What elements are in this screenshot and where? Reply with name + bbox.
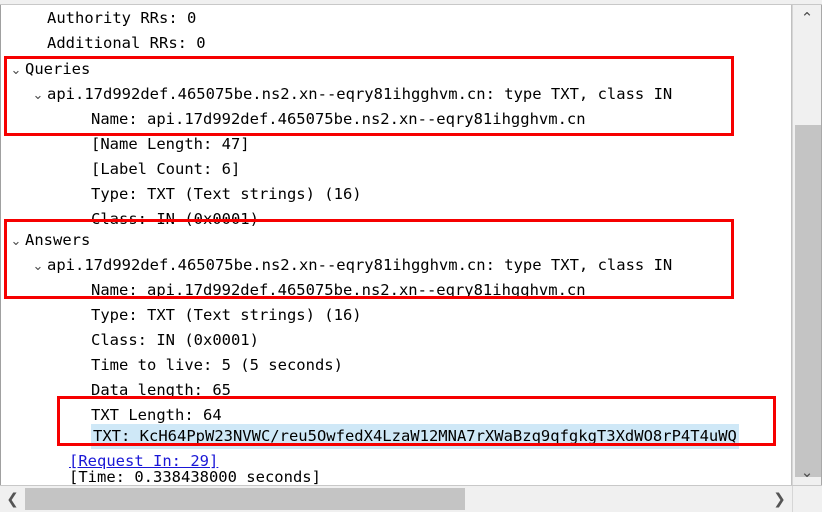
tree-row-label: api.17d992def.465075be.ns2.xn--eqry81ihg…	[47, 256, 673, 274]
tree-row-answer-class[interactable]: Class: IN (0x0001)	[73, 328, 259, 353]
packet-details-tree[interactable]: Authority RRs: 0 Additional RRs: 0 ⌄ Querie…	[0, 5, 792, 485]
tree-row-label: [Label Count: 6]	[91, 160, 241, 178]
tree-row-label: Data length: 65	[91, 381, 231, 399]
tree-row-label: Type: TXT (Text strings) (16)	[91, 185, 362, 203]
tree-row-answer-data-length[interactable]: Data length: 65	[73, 378, 231, 403]
chevron-down-icon[interactable]: ⌄	[29, 83, 47, 108]
tree-row-answers[interactable]: ⌄ Answers	[7, 228, 91, 254]
tree-row-txt-value[interactable]: TXT: KcH64PpW23NVWC/reu5OwfedX4LzaW12MNA…	[73, 424, 739, 449]
tree-row-query-label-count[interactable]: [Label Count: 6]	[73, 157, 240, 182]
tree-row-label: [Time: 0.338438000 seconds]	[69, 468, 321, 485]
tree-row-label: TXT Length: 64	[91, 406, 222, 424]
horizontal-scrollbar[interactable]: ❮ ❯	[0, 485, 822, 512]
tree-row-label: Time to live: 5 (5 seconds)	[91, 356, 343, 374]
tree-row-answer-name[interactable]: Name: api.17d992def.465075be.ns2.xn--eqr…	[73, 278, 586, 303]
tree-row-answer-record[interactable]: ⌄ api.17d992def.465075be.ns2.xn--eqry81ih…	[29, 253, 673, 279]
scroll-left-arrow-icon[interactable]: ❮	[0, 486, 25, 512]
scrollbar-corner	[792, 486, 822, 512]
tree-row-label: Queries	[25, 60, 91, 78]
scroll-right-arrow-icon[interactable]: ❯	[767, 486, 792, 512]
tree-row-additional-rrs[interactable]: Additional RRs: 0	[29, 31, 206, 56]
tree-row-query-record[interactable]: ⌄ api.17d992def.465075be.ns2.xn--eqry81ih…	[29, 82, 673, 108]
wireshark-packet-detail-screenshot: Authority RRs: 0 Additional RRs: 0 ⌄ Querie…	[0, 0, 822, 512]
chevron-down-icon[interactable]: ⌄	[7, 58, 25, 83]
tree-row-answer-type[interactable]: Type: TXT (Text strings) (16)	[73, 303, 362, 328]
tree-row-label: Name: api.17d992def.465075be.ns2.xn--eqr…	[91, 281, 586, 299]
tree-row-query-name[interactable]: Name: api.17d992def.465075be.ns2.xn--eqr…	[73, 107, 586, 132]
tree-row-label: Answers	[25, 231, 91, 249]
tree-row-queries[interactable]: ⌄ Queries	[7, 57, 91, 83]
tree-row-query-name-length[interactable]: [Name Length: 47]	[73, 132, 250, 157]
tree-row-answer-ttl[interactable]: Time to live: 5 (5 seconds)	[73, 353, 343, 378]
tree-row-label: api.17d992def.465075be.ns2.xn--eqry81ihg…	[47, 85, 673, 103]
tree-row-query-class[interactable]: Class: IN (0x0001)	[73, 207, 259, 232]
tree-row-label: TXT: KcH64PpW23NVWC/reu5OwfedX4LzaW12MNA…	[91, 424, 739, 449]
tree-row-authority-rrs[interactable]: Authority RRs: 0	[29, 6, 196, 31]
tree-row-label: [Name Length: 47]	[91, 135, 250, 153]
scroll-up-arrow-icon[interactable]: ⌃	[793, 5, 821, 31]
chevron-down-icon[interactable]: ⌄	[29, 254, 47, 279]
tree-row-query-type[interactable]: Type: TXT (Text strings) (16)	[73, 182, 362, 207]
vertical-scrollbar[interactable]: ⌃ ⌄	[792, 5, 822, 485]
chevron-down-icon[interactable]: ⌄	[7, 229, 25, 254]
tree-row-label: Name: api.17d992def.465075be.ns2.xn--eqr…	[91, 110, 586, 128]
tree-row-label: Class: IN (0x0001)	[91, 210, 259, 228]
tree-row-response-time[interactable]: [Time: 0.338438000 seconds]	[51, 465, 321, 485]
scroll-down-arrow-icon[interactable]: ⌄	[793, 459, 821, 485]
tree-row-label: Authority RRs: 0	[47, 9, 197, 27]
horizontal-scrollbar-thumb[interactable]	[25, 488, 465, 510]
tree-row-label: Type: TXT (Text strings) (16)	[91, 306, 362, 324]
vertical-scrollbar-thumb[interactable]	[795, 125, 821, 477]
tree-row-label: Class: IN (0x0001)	[91, 331, 259, 349]
tree-row-label: Additional RRs: 0	[47, 34, 206, 52]
